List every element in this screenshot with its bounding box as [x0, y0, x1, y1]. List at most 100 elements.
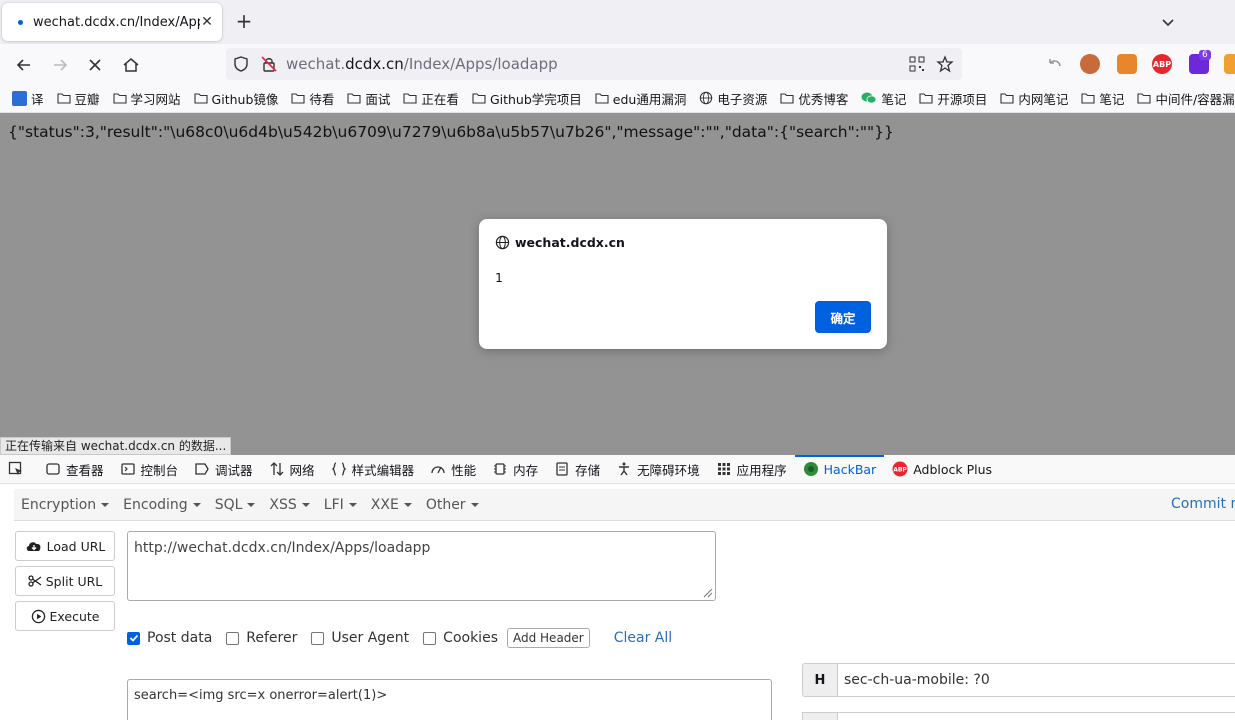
- devtools-tab-accessibility[interactable]: 无障碍环境: [608, 455, 708, 484]
- devtools-tab-hackbar[interactable]: HackBar: [794, 454, 885, 484]
- folder-icon: [56, 92, 75, 104]
- split-url-button[interactable]: Split URL: [15, 566, 115, 596]
- execute-label: Execute: [49, 608, 100, 624]
- tab-close-icon[interactable]: ✕: [200, 14, 214, 30]
- bookmark-item[interactable]: 学习网站: [112, 89, 181, 108]
- hackbar-menu-encryption[interactable]: Encryption: [14, 497, 116, 513]
- hackbar-menu-xss[interactable]: XSS: [262, 497, 316, 513]
- devtools-tab-abp[interactable]: ABP Adblock Plus: [884, 455, 1000, 484]
- referer-option[interactable]: Referer: [226, 630, 297, 646]
- storage-icon: [556, 462, 568, 476]
- element-picker-button[interactable]: [0, 455, 37, 484]
- badge-extension-icon[interactable]: 6: [1189, 50, 1211, 74]
- forward-arrow-icon: [54, 59, 68, 71]
- bookmark-item[interactable]: Github学完项目: [472, 89, 582, 108]
- devtools-toolbar: 查看器 控制台 调试器 网络 样式编辑器 性能 内存 存储 无障碍环境 应用程序 HackBar AB…: [0, 454, 1235, 484]
- resize-handle-icon[interactable]: [703, 588, 713, 598]
- bookmark-item[interactable]: 译: [12, 89, 44, 108]
- commit-link[interactable]: Commit no: [1171, 496, 1235, 512]
- post-data-option[interactable]: Post data: [127, 630, 212, 646]
- hackbar-menu-xxe[interactable]: XXE: [364, 497, 419, 513]
- folder-icon: [1000, 92, 1018, 104]
- devtools-tab-performance[interactable]: 性能: [422, 455, 484, 484]
- header-key-button[interactable]: H: [802, 663, 838, 697]
- bookmark-item[interactable]: Github镜像: [193, 89, 278, 108]
- overflow-extension-icon[interactable]: [1224, 54, 1235, 74]
- bookmark-item[interactable]: 正在看: [403, 89, 459, 108]
- bookmark-label: Github学完项目: [489, 91, 582, 107]
- header-value-input[interactable]: sec-ch-ua-mobile: ?0: [837, 663, 1235, 697]
- bookmark-item[interactable]: 电子资源: [699, 89, 767, 108]
- hackbar-menu-encoding[interactable]: Encoding: [116, 497, 208, 513]
- devtools-tab-label: 控制台: [140, 462, 179, 478]
- switchy-extension-icon[interactable]: [1117, 54, 1137, 74]
- accessibility-icon: [619, 462, 630, 476]
- insecure-lock-icon[interactable]: [260, 55, 278, 73]
- hackbar-menu-lfi[interactable]: LFI: [317, 497, 364, 513]
- alert-dialog: wechat.dcdx.cn 1 确定: [479, 219, 887, 349]
- back-button[interactable]: [11, 52, 37, 78]
- devtools-tab-memory[interactable]: 内存: [484, 455, 546, 484]
- post-data-textarea[interactable]: search=<img src=x onerror=alert(1)>: [127, 679, 772, 720]
- performance-icon: [431, 466, 445, 474]
- devtools-tab-console[interactable]: 控制台: [112, 455, 187, 484]
- hackbar-menu-other[interactable]: Other: [419, 497, 486, 513]
- bookmark-star-icon[interactable]: [936, 55, 954, 73]
- hackbar-menu-sql[interactable]: SQL: [208, 497, 263, 513]
- qr-code-icon[interactable]: [908, 55, 926, 73]
- status-bar: 正在传输来自 wechat.dcdx.cn 的数据...: [0, 437, 232, 455]
- adblock-extension-icon[interactable]: ABP: [1152, 54, 1172, 74]
- header-value-input-2[interactable]: [837, 712, 1235, 720]
- url-textarea[interactable]: http://wechat.dcdx.cn/Index/Apps/loadapp: [127, 531, 716, 601]
- bookmark-label: 译: [31, 91, 44, 107]
- hackbar-icon: [803, 462, 818, 476]
- bookmark-label: 内网笔记: [1018, 91, 1069, 107]
- bookmark-item[interactable]: edu通用漏洞: [595, 89, 686, 108]
- add-header-button[interactable]: Add Header: [506, 628, 590, 648]
- home-button[interactable]: [118, 52, 144, 78]
- devtools-tab-storage[interactable]: 存储: [546, 455, 608, 484]
- tracking-shield-icon[interactable]: [232, 55, 250, 73]
- execute-button[interactable]: Execute: [15, 601, 115, 631]
- devtools-tab-label: 性能: [451, 462, 477, 478]
- new-tab-button[interactable]: +: [232, 10, 256, 34]
- url-bar[interactable]: wechat. dcdx.cn/Index/Apps/loadapp: [226, 48, 962, 80]
- browser-tab[interactable]: wechat.dcdx.cn/Index/Apps/l ✕: [2, 3, 222, 41]
- cookie-extension-icon[interactable]: [1080, 54, 1100, 74]
- bookmark-item[interactable]: 开源项目: [919, 89, 987, 108]
- cookies-checkbox[interactable]: [423, 631, 437, 645]
- bookmark-item[interactable]: 笔记: [861, 89, 906, 108]
- devtools-tab-label: 存储: [575, 462, 601, 478]
- bookmark-label: 优秀博客: [798, 91, 849, 107]
- stop-button[interactable]: [82, 52, 108, 78]
- bookmark-item[interactable]: 笔记: [1081, 89, 1124, 108]
- devtools-tab-network[interactable]: 网络: [261, 455, 323, 484]
- bookmark-item[interactable]: 中间件/容器漏洞: [1137, 89, 1235, 108]
- devtools-tab-style-editor[interactable]: 样式编辑器: [323, 455, 423, 484]
- bookmark-item[interactable]: 豆瓣: [56, 89, 100, 108]
- devtools-tab-application[interactable]: 应用程序: [708, 455, 795, 484]
- folder-icon: [347, 92, 365, 104]
- tab-list-chevron-icon[interactable]: [1158, 12, 1178, 32]
- load-url-button[interactable]: Load URL: [15, 531, 115, 561]
- user-agent-option[interactable]: User Agent: [311, 630, 409, 646]
- post-data-checkbox[interactable]: [127, 631, 140, 645]
- url-path: /Index/Apps/loadapp: [403, 55, 558, 73]
- forward-button[interactable]: [47, 52, 73, 78]
- header-key-button-2[interactable]: [802, 712, 838, 720]
- devtools-tab-debugger[interactable]: 调试器: [186, 455, 261, 484]
- clear-all-link[interactable]: Clear All: [614, 630, 672, 646]
- dialog-ok-button[interactable]: 确定: [815, 301, 871, 333]
- undo-extension-icon[interactable]: [1045, 54, 1065, 74]
- hackbar-menu-label: Encryption: [21, 496, 97, 513]
- bookmark-item[interactable]: 面试: [347, 89, 390, 108]
- cookies-option[interactable]: Cookies: [423, 630, 498, 646]
- user-agent-checkbox[interactable]: [311, 631, 325, 645]
- bookmark-item[interactable]: 优秀博客: [780, 89, 848, 108]
- bookmark-label: 豆瓣: [74, 91, 100, 107]
- devtools-tab-label: 网络: [289, 462, 315, 478]
- referer-checkbox[interactable]: [226, 631, 240, 645]
- bookmark-item[interactable]: 待看: [291, 89, 334, 108]
- bookmark-item[interactable]: 内网笔记: [1000, 89, 1068, 108]
- devtools-tab-inspector[interactable]: 查看器: [37, 455, 112, 484]
